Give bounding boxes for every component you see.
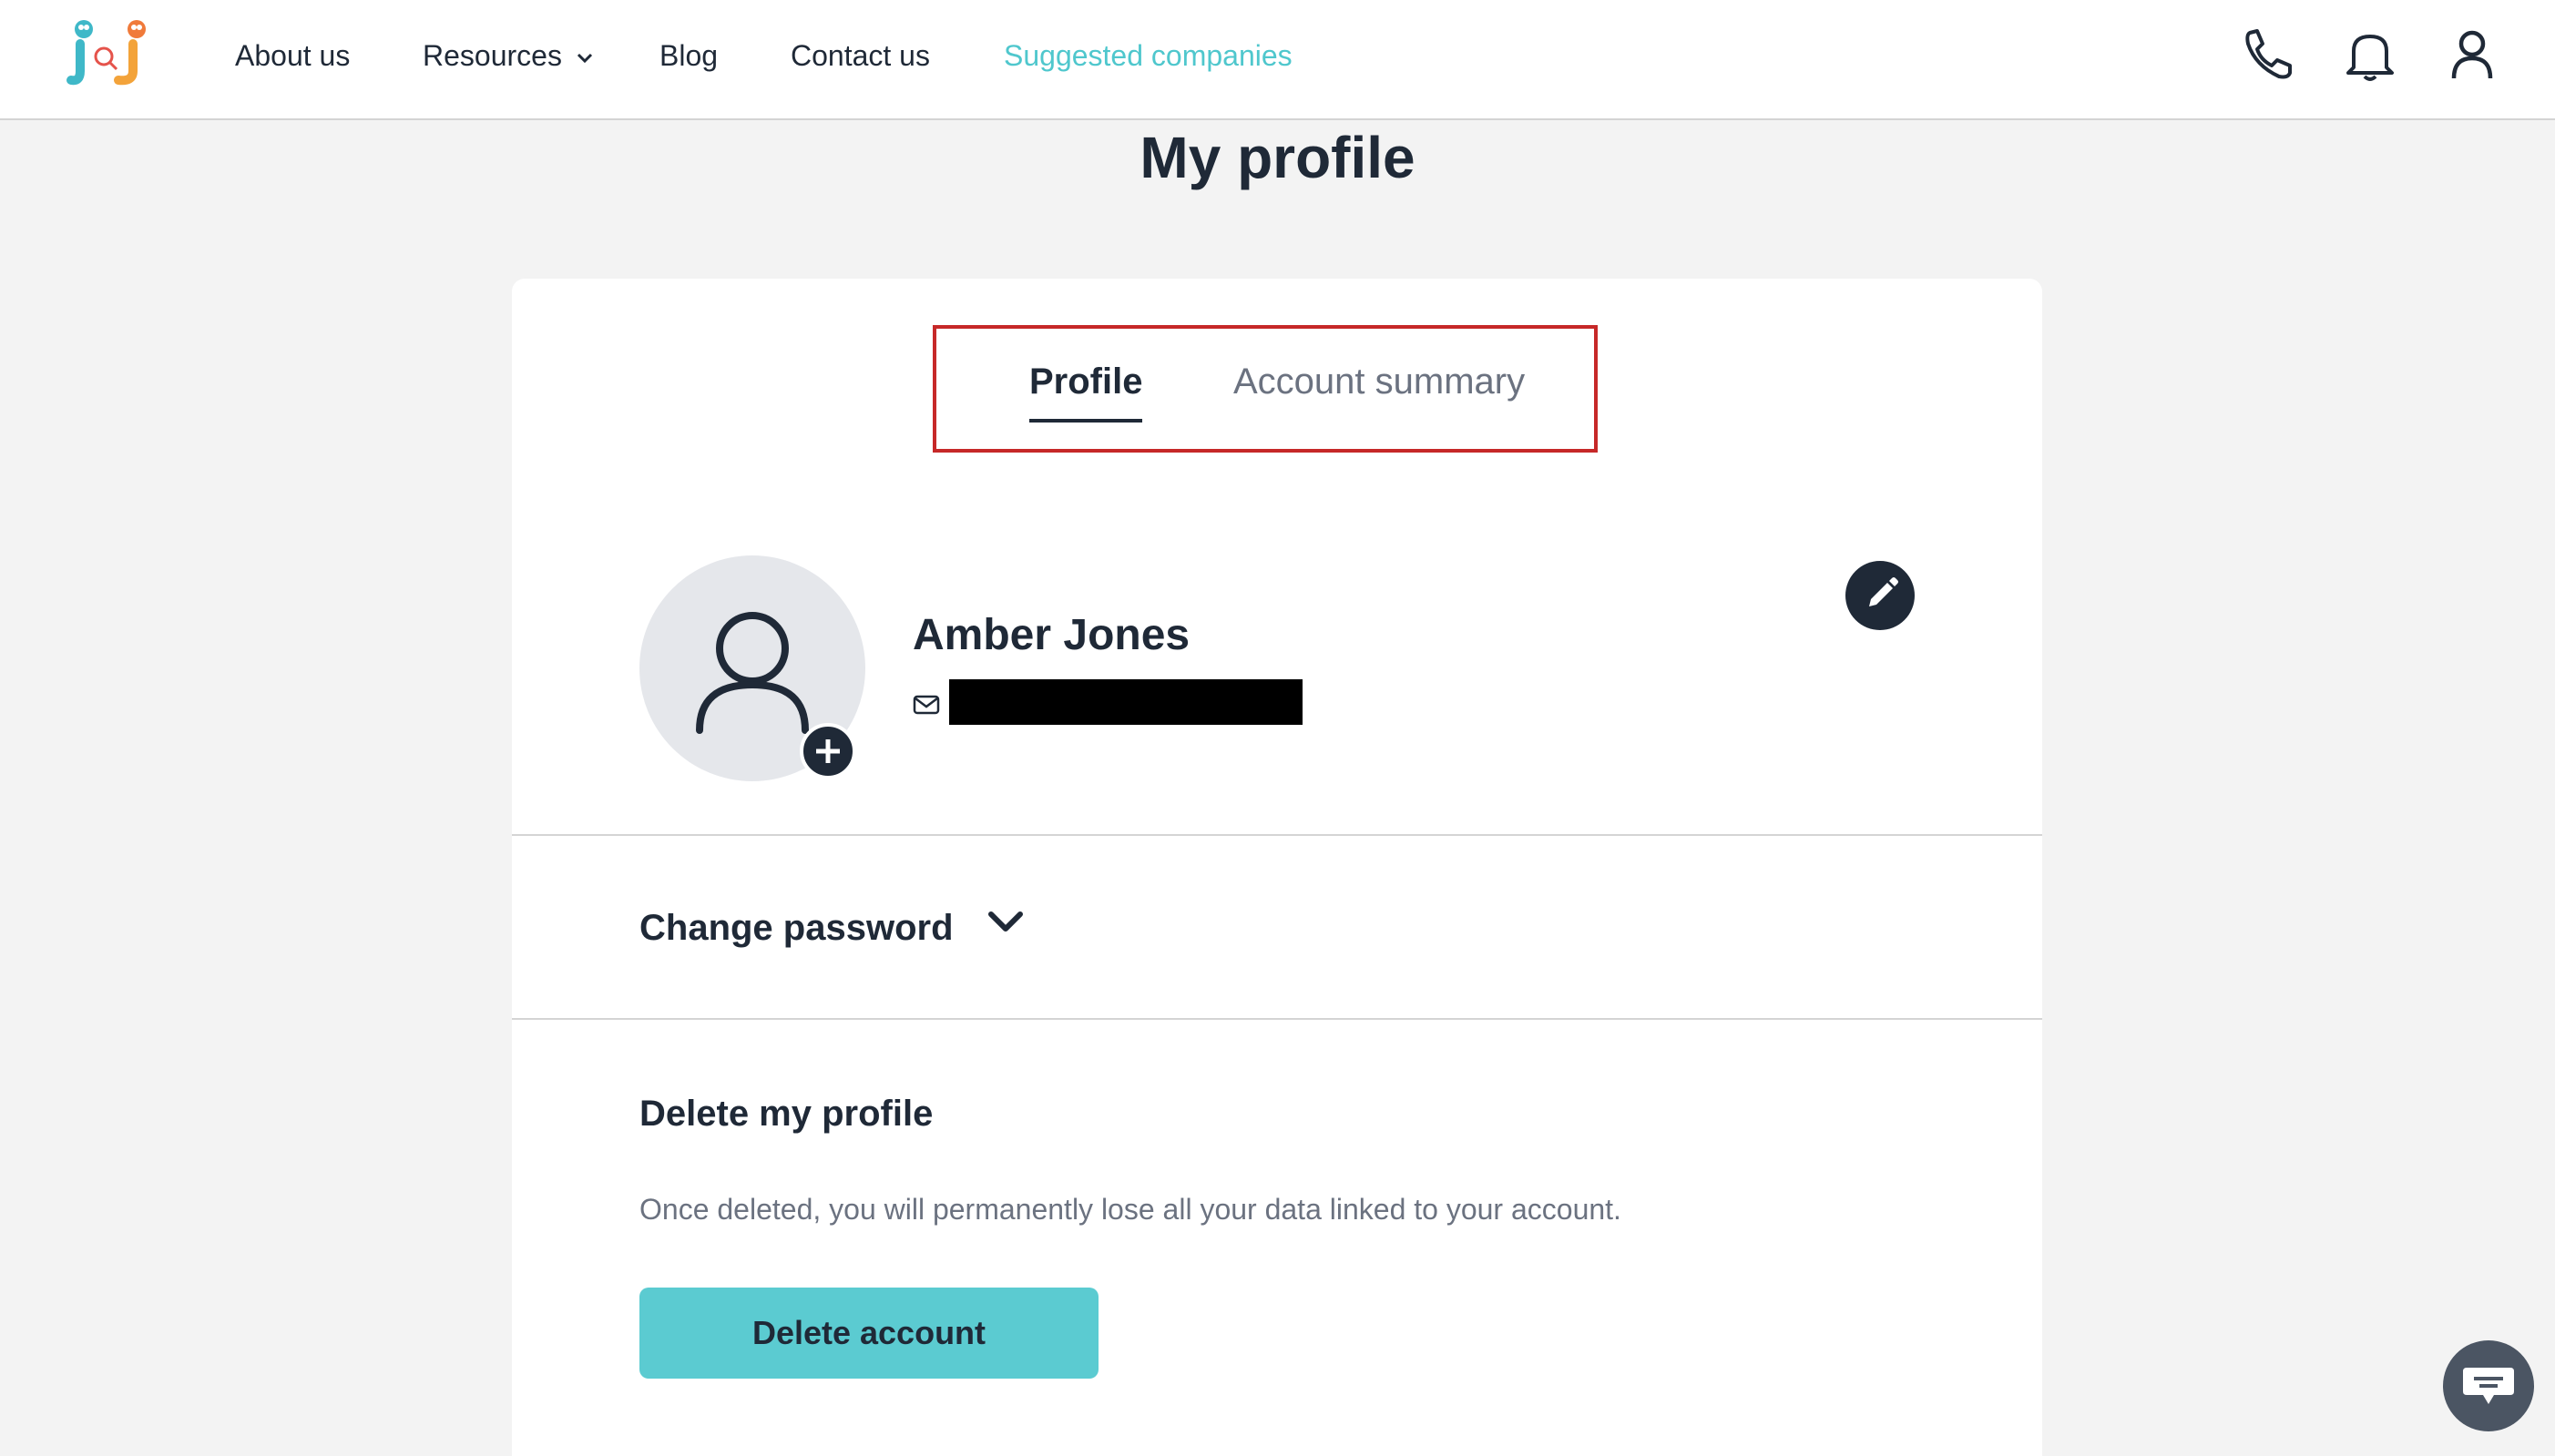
nav-resources-label: Resources <box>423 39 562 72</box>
add-photo-button[interactable] <box>800 723 856 779</box>
user-icon[interactable] <box>2445 25 2499 84</box>
mail-icon <box>913 695 940 715</box>
delete-account-button[interactable]: Delete account <box>639 1288 1099 1379</box>
nav-resources[interactable]: Resources <box>423 33 594 78</box>
pencil-icon <box>1869 577 1898 606</box>
email-redacted <box>949 679 1303 725</box>
chevron-down-icon <box>577 53 592 63</box>
top-navbar: About us Resources Blog Contact us Sugge… <box>0 0 2555 120</box>
phone-icon[interactable] <box>2241 25 2295 84</box>
logo-icon[interactable] <box>64 16 155 89</box>
bell-icon[interactable] <box>2343 25 2397 84</box>
chat-button[interactable] <box>2443 1340 2534 1431</box>
delete-profile-heading: Delete my profile <box>639 1094 934 1134</box>
divider <box>512 1018 2042 1020</box>
divider <box>512 834 2042 836</box>
edit-profile-button[interactable] <box>1845 561 1915 630</box>
chat-icon <box>2463 1368 2514 1404</box>
change-password-toggle[interactable]: Change password <box>639 903 954 952</box>
tab-active-underline <box>1029 419 1142 423</box>
nav-contact-us[interactable]: Contact us <box>791 33 930 78</box>
plus-icon <box>816 739 840 763</box>
tab-profile[interactable]: Profile <box>1029 357 1142 406</box>
delete-profile-description: Once deleted, you will permanently lose … <box>639 1193 1621 1226</box>
nav-blog[interactable]: Blog <box>659 33 718 78</box>
nav-about-us[interactable]: About us <box>235 33 350 78</box>
tab-account-summary[interactable]: Account summary <box>1233 357 1525 406</box>
user-name: Amber Jones <box>913 611 1191 659</box>
profile-card: Profile Account summary Amber Jones Chan… <box>512 279 2042 1456</box>
nav-suggested-companies[interactable]: Suggested companies <box>1004 33 1293 78</box>
page-title: My profile <box>1140 125 1415 190</box>
chevron-down-icon[interactable] <box>986 909 1026 936</box>
